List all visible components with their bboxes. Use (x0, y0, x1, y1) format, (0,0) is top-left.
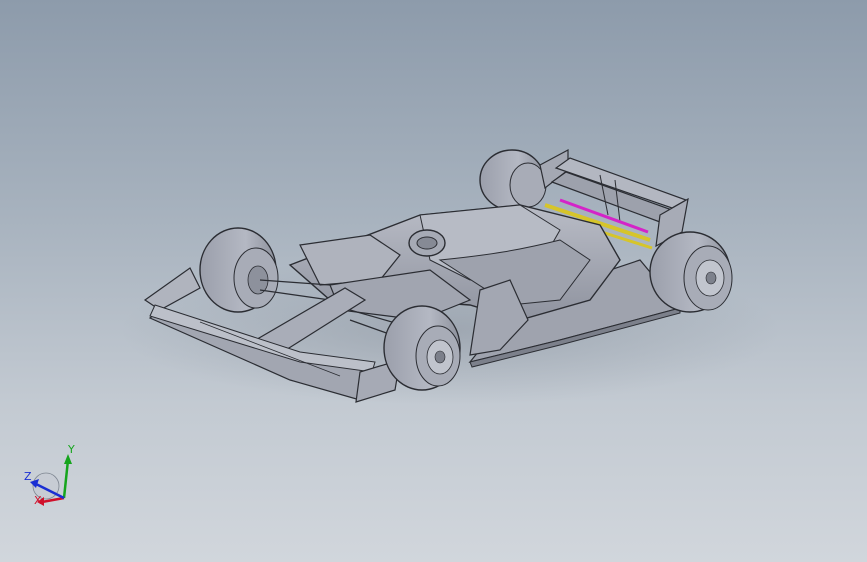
orientation-triad: Y Z X (24, 443, 75, 507)
z-axis-label: Z (24, 470, 32, 483)
front-right-wheel[interactable] (383, 305, 461, 391)
rear-right-wheel[interactable] (649, 231, 733, 313)
rear-left-wheel[interactable] (479, 149, 547, 211)
front-left-wheel[interactable] (199, 227, 279, 313)
graphics-viewport[interactable]: Y Z X (0, 0, 867, 562)
roll-hoop[interactable] (408, 229, 446, 257)
y-axis-label: Y (67, 443, 75, 456)
y-axis (62, 459, 70, 499)
formula-car-model[interactable] (0, 0, 867, 562)
x-axis-label: X (34, 494, 42, 507)
